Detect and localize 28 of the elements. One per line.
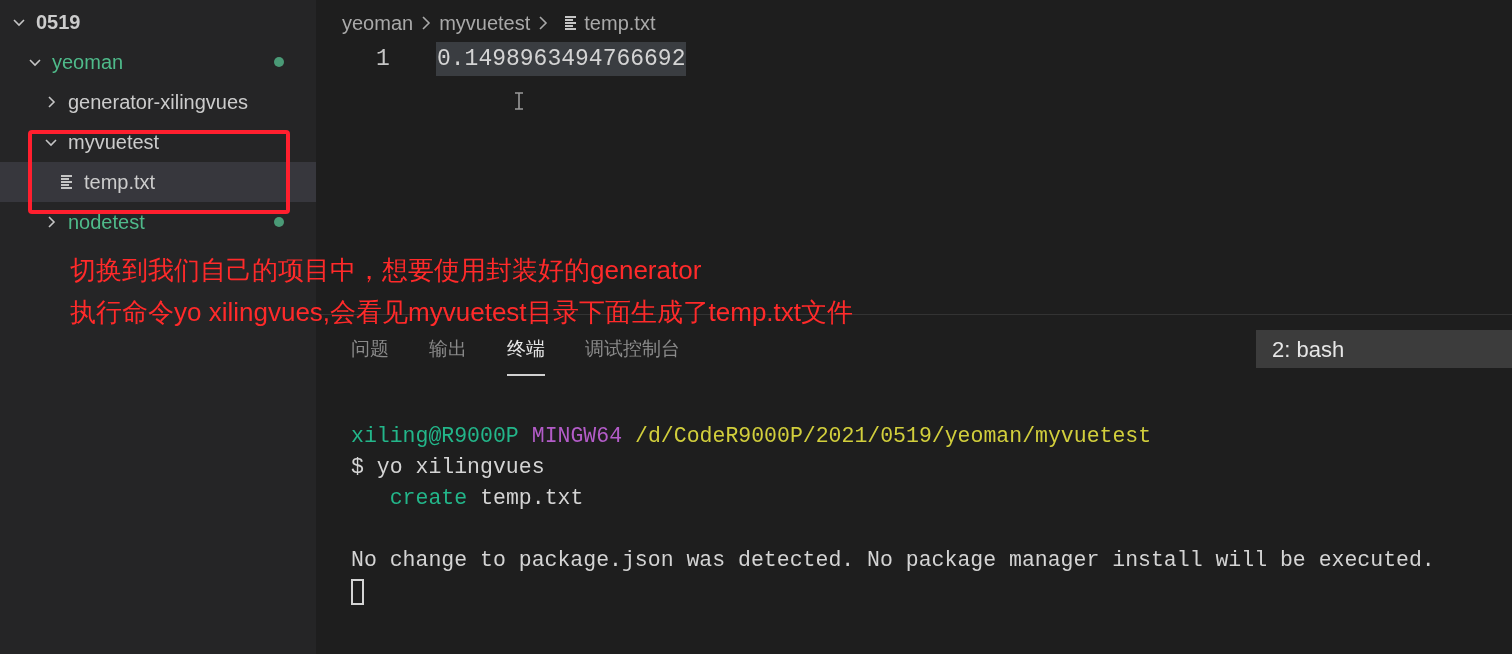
terminal-text: create [388,485,468,513]
breadcrumb-item[interactable]: yeoman [342,8,414,38]
terminal-text: temp.txt [480,485,584,513]
panel-tab[interactable]: 输出 [429,335,467,376]
panel-tab[interactable]: 问题 [351,335,389,376]
tree-item[interactable]: 0519 [0,2,316,42]
file-icon [564,15,579,31]
cursor-icon [351,578,364,605]
tree-item[interactable]: temp.txt [0,162,316,202]
panel-tab[interactable]: 终端 [507,335,545,376]
terminal-text: No change to package.json was detected. No package manager install will be executed. [351,547,1435,575]
code-text: 0.1498963494766692 [436,41,687,77]
annotation-text: 执行命令yo xilingvues,会看见myvuetest目录下面生成了temp.txt文件 [70,296,854,329]
panel-tab[interactable]: 调试控制台 [585,335,680,376]
breadcrumb-item[interactable]: myvuetest [439,8,531,38]
terminal-text: xiling@R9000P [351,423,519,451]
text-cursor-icon [514,92,524,110]
line-number: 1 [375,44,391,74]
tree-item[interactable]: myvuetest [0,122,316,162]
breadcrumb-item[interactable]: temp.txt [584,8,656,38]
terminal-text: /d/CodeR9000P/2021/0519/yeoman/myvuetest [635,423,1152,451]
tree-item[interactable]: yeoman [0,42,316,82]
terminal-text: $ yo xilingvues [351,454,545,482]
tree-item[interactable]: nodetest [0,202,316,242]
annotation-text: 切换到我们自己的项目中，想要使用封装好的generator [70,254,703,287]
terminal-text: MINGW64 [531,423,623,451]
terminal-dropdown[interactable]: 2: bash [1256,330,1512,368]
tree-item[interactable]: generator-xilingvues [0,82,316,122]
